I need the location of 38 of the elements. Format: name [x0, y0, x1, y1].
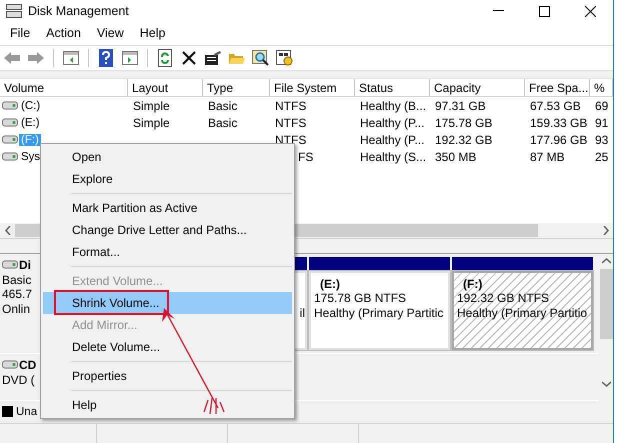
table-cell-text: 87 MB [529, 150, 566, 164]
table-cell-text: 25 [594, 150, 610, 164]
partition-status: Healthy (Primary Partitio [457, 306, 588, 320]
partition-status: il [300, 306, 305, 320]
legend-label: Una [16, 404, 38, 420]
partition-size: 175.78 GB NTFS [314, 291, 406, 306]
table-cell-text: 69 [594, 98, 610, 113]
table-cell-text: 91 [594, 116, 610, 130]
table-cell-text: NTFS [274, 98, 308, 113]
table-cell-text: 159.33 GB [529, 116, 588, 130]
disk-info: DVD ( [2, 372, 35, 388]
disk-name: CD [2, 356, 36, 373]
table-cell-text: 93 [594, 132, 610, 147]
table-cell-text: 175.78 GB [434, 116, 494, 130]
table-cell-text: 350 MB [434, 150, 478, 164]
table-cell-text: 192.32 GB [434, 132, 494, 147]
partition-name: (E:) [320, 276, 340, 292]
table-cell-text: NTFS [274, 116, 308, 130]
table-cell-text: 97.31 GB [434, 98, 487, 113]
partition-size: 192.32 GB NTFS [457, 291, 550, 306]
table-cell-text: Healthy (P... [359, 116, 426, 130]
table-cell-text: FS [297, 150, 314, 164]
table-cell-text: Healthy (P... [359, 132, 426, 147]
table-cell-text: 177.96 GB [529, 132, 588, 147]
table-cell-text: Healthy (B... [359, 98, 428, 113]
table-cell-text: Basic [207, 98, 238, 113]
window-title: Disk Management [28, 4, 130, 18]
partition-name: (F:) [463, 276, 482, 292]
table-cell-text: Basic [207, 116, 238, 130]
disk-info: 465.7 [2, 287, 32, 302]
table-cell-text: Healthy (S... [359, 150, 428, 164]
table-cell-text: 67.53 GB [529, 98, 582, 113]
disk-info: Onlin [2, 302, 30, 316]
table-cell-text: Simple [132, 98, 171, 113]
disk-name: Di [2, 256, 31, 273]
disk-info: Basic [2, 272, 32, 288]
partition-status: Healthy (Primary Partitic [314, 306, 444, 320]
table-cell-text: Simple [132, 116, 171, 130]
